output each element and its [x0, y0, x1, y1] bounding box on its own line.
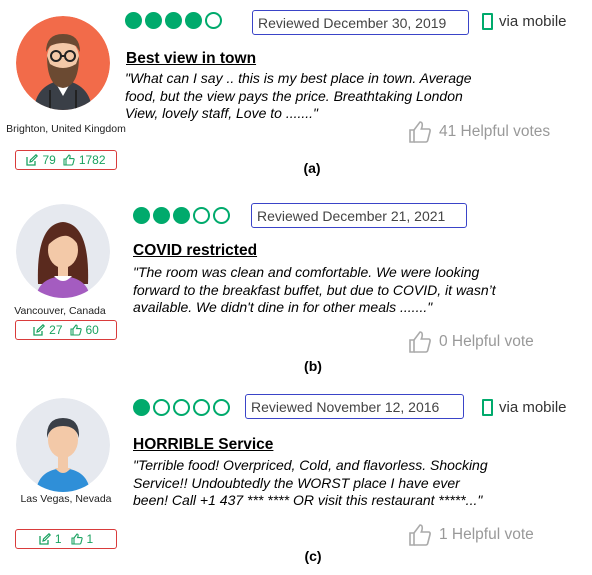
helpful-votes-label: 41 Helpful votes	[439, 123, 551, 140]
rating-bubbles	[133, 207, 230, 224]
rating-bubble-empty	[205, 12, 222, 29]
review-body-line: Service!! Undoubtedly the WORST place I …	[133, 474, 460, 491]
avatar-person-icon	[16, 398, 110, 492]
review-body: "Terrible food! Overpriced, Cold, and fl…	[133, 457, 573, 510]
review-card-c: Las Vegas, Nevada 1 1 Reviewed November …	[0, 382, 592, 575]
figure-caption: (b)	[304, 358, 322, 374]
rating-bubble-filled	[145, 12, 162, 29]
review-card-a: Brighton, United Kingdom 79 1782 Reviewe…	[0, 0, 592, 185]
contribution-count: 79	[42, 153, 56, 167]
helpful-votes-label: 0 Helpful vote	[439, 333, 534, 350]
reviewer-location: Las Vegas, Nevada	[20, 493, 112, 505]
review-card-b: Vancouver, Canada 27 60 Reviewed Decembe…	[0, 186, 592, 381]
helpful-votes[interactable]: 41 Helpful votes	[408, 120, 550, 144]
rating-bubble-empty	[193, 207, 210, 224]
reviewer-stats: 1 1	[15, 529, 117, 549]
review-body-line: been! Call +1 437 *** **** OR visit this…	[133, 492, 483, 508]
review-body: "What can I say .. this is my best place…	[125, 70, 565, 123]
via-mobile: via mobile	[482, 399, 567, 416]
avatar-woman-icon	[16, 204, 110, 298]
review-body-line: available. We didn't dine in for other m…	[133, 299, 433, 315]
review-date: Reviewed November 12, 2016	[245, 394, 464, 419]
rating-bubble-empty	[213, 399, 230, 416]
avatar-man-beard-icon	[16, 16, 110, 110]
thumbs-up-icon[interactable]	[408, 523, 432, 547]
rating-bubble-empty	[193, 399, 210, 416]
thumbs-up-icon	[69, 324, 82, 336]
review-body-line: food, but the view pays the price. Breat…	[125, 87, 463, 104]
avatar[interactable]	[16, 398, 110, 492]
helpful-votes[interactable]: 0 Helpful vote	[408, 330, 534, 354]
edit-icon	[39, 533, 51, 545]
review-body-line: "What can I say .. this is my best place…	[125, 70, 472, 86]
rating-bubble-filled	[133, 399, 150, 416]
edit-icon	[26, 154, 39, 166]
figure-caption: (a)	[303, 160, 321, 176]
mobile-phone-icon	[482, 399, 493, 416]
reviewer-stats: 79 1782	[15, 150, 117, 170]
review-date: Reviewed December 21, 2021	[251, 203, 467, 228]
rating-bubble-empty	[173, 399, 190, 416]
rating-bubble-empty	[153, 399, 170, 416]
review-title[interactable]: Best view in town	[126, 50, 256, 68]
avatar[interactable]	[16, 16, 110, 110]
via-mobile: via mobile	[482, 13, 567, 30]
helpful-votes-label: 1 Helpful vote	[439, 526, 534, 543]
rating-bubble-filled	[185, 12, 202, 29]
rating-bubble-filled	[133, 207, 150, 224]
mobile-phone-icon	[482, 13, 493, 30]
helpful-count: 1	[86, 532, 94, 546]
review-date: Reviewed December 30, 2019	[252, 10, 469, 35]
review-body-line: forward to the breakfast buffet, but due…	[133, 281, 496, 298]
reviewer-stats: 27 60	[15, 320, 117, 340]
helpful-votes[interactable]: 1 Helpful vote	[408, 523, 534, 547]
rating-bubble-filled	[153, 207, 170, 224]
rating-bubble-filled	[165, 12, 182, 29]
helpful-count: 60	[85, 323, 99, 337]
avatar[interactable]	[16, 204, 110, 298]
review-title[interactable]: HORRIBLE Service	[133, 436, 273, 454]
rating-bubbles	[125, 12, 222, 29]
thumbs-up-icon[interactable]	[408, 330, 432, 354]
rating-bubble-filled	[125, 12, 142, 29]
review-body-line: "Terrible food! Overpriced, Cold, and fl…	[133, 457, 488, 473]
rating-bubble-empty	[213, 207, 230, 224]
thumbs-up-icon[interactable]	[408, 120, 432, 144]
edit-icon	[33, 324, 46, 336]
contribution-count: 1	[54, 532, 62, 546]
review-body-line: "The room was clean and comfortable. We …	[133, 264, 480, 280]
reviewer-location: Brighton, United Kingdom	[6, 123, 126, 135]
review-body: "The room was clean and comfortable. We …	[133, 264, 573, 317]
rating-bubble-filled	[173, 207, 190, 224]
reviewer-location: Vancouver, Canada	[14, 305, 106, 317]
helpful-count: 1782	[78, 153, 106, 167]
figure-caption: (c)	[304, 548, 322, 564]
via-mobile-label: via mobile	[499, 399, 567, 416]
via-mobile-label: via mobile	[499, 13, 567, 30]
rating-bubbles	[133, 399, 230, 416]
thumbs-up-icon	[63, 154, 75, 166]
thumbs-up-icon	[70, 533, 83, 545]
contribution-count: 27	[49, 323, 63, 337]
review-title[interactable]: COVID restricted	[133, 242, 257, 260]
